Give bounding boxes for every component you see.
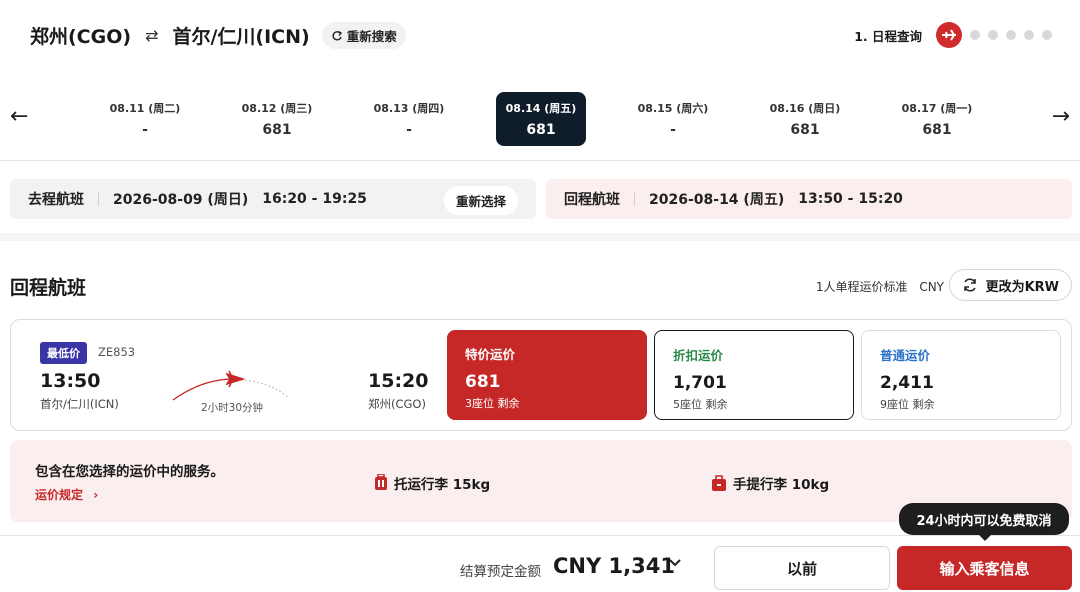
swap-icon: ⇄ xyxy=(145,26,159,45)
date-price: 681 xyxy=(526,122,556,138)
lowest-price-badge: 最低价 xyxy=(40,342,87,364)
divider xyxy=(0,160,1080,161)
currency-label: CNY xyxy=(919,280,944,294)
fare-option-regular[interactable]: 普通运价 2,411 9座位 剩余 xyxy=(861,330,1061,420)
section-title: 回程航班 xyxy=(10,277,87,299)
redo-icon xyxy=(332,30,342,41)
date-option[interactable]: 08.16 (周日) 681 xyxy=(760,92,850,146)
arrival-time: 15:20 xyxy=(368,370,429,392)
next-dates-arrow-icon[interactable]: → xyxy=(1052,104,1070,129)
refresh-icon xyxy=(963,278,976,292)
step-dot xyxy=(988,30,998,40)
flight-path-icon xyxy=(172,370,290,401)
fare-seats: 3座位 剩余 xyxy=(465,397,520,410)
fare-option-special[interactable]: 特价运价 681 3座位 剩余 xyxy=(447,330,647,420)
date-label: 08.13 (周四) xyxy=(373,102,445,115)
outbound-date: 2026-08-09 (周日) xyxy=(113,192,249,208)
origin-city: 郑州(CGO) xyxy=(30,26,132,48)
fare-price: 681 xyxy=(465,372,501,392)
date-option[interactable]: 08.15 (周六) - xyxy=(628,92,718,146)
destination-city: 首尔/仁川(ICN) xyxy=(172,26,310,48)
flight-duration: 2小时30分钟 xyxy=(201,402,264,414)
fare-rules-label: 运价规定 xyxy=(35,488,84,502)
step-indicator: 1. 日程查询 xyxy=(854,22,1052,48)
step-dot xyxy=(1024,30,1034,40)
flight-number: ZE853 xyxy=(98,345,136,359)
fare-option-discount[interactable]: 折扣运价 1,701 5座位 剩余 xyxy=(654,330,854,420)
outbound-label: 去程航班 xyxy=(28,192,84,208)
date-price: 681 xyxy=(922,122,952,138)
date-label: 08.14 (周五) xyxy=(505,102,577,115)
research-label: 重新搜索 xyxy=(346,29,397,44)
carry-on-baggage: 手提行李 10kg xyxy=(711,473,829,493)
date-price: - xyxy=(142,122,148,138)
carry-on-label: 手提行李 10kg xyxy=(733,477,830,493)
date-price: - xyxy=(406,122,412,138)
chevron-right-icon: › xyxy=(93,488,99,502)
outbound-summary: 去程航班 2026-08-09 (周日) 16:20 - 19:25 重新选择 xyxy=(10,179,536,219)
checked-baggage: 托运行李 15kg xyxy=(374,473,490,493)
fare-seats: 9座位 剩余 xyxy=(880,398,935,411)
date-option[interactable]: 08.11 (周二) - xyxy=(100,92,190,146)
separator xyxy=(634,192,635,206)
fare-name: 折扣运价 xyxy=(673,348,724,363)
total-amount: CNY 1,341 xyxy=(553,554,675,578)
outbound-time: 16:20 - 19:25 xyxy=(262,191,367,207)
return-date: 2026-08-14 (周五) xyxy=(649,192,785,208)
checkout-bar: 结算预定金额 CNY 1,341 以前 输入乘客信息 xyxy=(0,535,1080,592)
fare-seats: 5座位 剩余 xyxy=(673,398,728,411)
date-option[interactable]: 08.13 (周四) - xyxy=(364,92,454,146)
route-summary: 郑州(CGO) ⇄ 首尔/仁川(ICN) 重新搜索 xyxy=(30,22,406,49)
step-dot xyxy=(970,30,980,40)
date-label: 08.11 (周二) xyxy=(109,102,181,115)
return-time: 13:50 - 15:20 xyxy=(798,191,903,207)
header: 郑州(CGO) ⇄ 首尔/仁川(ICN) 重新搜索 1. 日程查询 xyxy=(0,0,1080,72)
fare-basis: 1人单程运价标准 CNY xyxy=(816,278,944,295)
previous-button[interactable]: 以前 xyxy=(714,546,890,590)
departure-time: 13:50 xyxy=(40,370,101,392)
step-label: 1. 日程查询 xyxy=(854,28,922,44)
arrival-city: 郑州(CGO) xyxy=(368,397,426,411)
airplane-icon xyxy=(936,22,962,48)
services-title: 包含在您选择的运价中的服务。 xyxy=(35,464,224,480)
departure-city: 首尔/仁川(ICN) xyxy=(40,397,119,411)
reselect-button[interactable]: 重新选择 xyxy=(443,186,518,215)
enter-passenger-info-button[interactable]: 输入乘客信息 xyxy=(897,546,1072,590)
fare-basis-label: 1人单程运价标准 xyxy=(815,280,908,294)
flight-card[interactable]: 最低价 ZE853 13:50 首尔/仁川(ICN) 2小时30分钟 15:20… xyxy=(10,319,1072,431)
change-currency-button[interactable]: 更改为KRW xyxy=(948,269,1072,301)
fare-name: 特价运价 xyxy=(465,347,516,362)
research-button[interactable]: 重新搜索 xyxy=(321,22,406,49)
fare-rules-link[interactable]: 运价规定 › xyxy=(35,486,98,503)
date-price: 681 xyxy=(262,122,292,138)
booking-page: 郑州(CGO) ⇄ 首尔/仁川(ICN) 重新搜索 1. 日程查询 ← 08.1… xyxy=(0,0,1080,592)
return-summary: 回程航班 2026-08-14 (周五) 13:50 - 15:20 xyxy=(546,179,1072,219)
chevron-down-icon[interactable] xyxy=(668,556,682,570)
date-label: 08.15 (周六) xyxy=(637,102,709,115)
date-selector: ← 08.11 (周二) - 08.12 (周三) 681 08.13 (周四)… xyxy=(0,90,1080,150)
luggage-icon xyxy=(375,474,387,490)
date-label: 08.12 (周三) xyxy=(241,102,313,115)
fare-price: 1,701 xyxy=(673,373,727,393)
date-option[interactable]: 08.17 (周一) 681 xyxy=(892,92,982,146)
step-dot xyxy=(1042,30,1052,40)
free-cancel-tooltip: 24小时内可以免费取消 xyxy=(899,503,1069,541)
separator xyxy=(98,192,99,206)
date-label: 08.16 (周日) xyxy=(769,102,841,115)
date-label: 08.17 (周一) xyxy=(901,102,973,115)
date-price: - xyxy=(670,122,676,138)
date-option-selected[interactable]: 08.14 (周五) 681 xyxy=(496,92,586,146)
date-option[interactable]: 08.12 (周三) 681 xyxy=(232,92,322,146)
return-label: 回程航班 xyxy=(564,192,620,208)
prev-dates-arrow-icon[interactable]: ← xyxy=(10,104,28,129)
change-currency-label: 更改为KRW xyxy=(985,279,1059,295)
checked-baggage-label: 托运行李 15kg xyxy=(394,477,491,493)
fare-price: 2,411 xyxy=(880,373,934,393)
carry-on-icon xyxy=(712,475,726,491)
step-dot xyxy=(1006,30,1016,40)
date-price: 681 xyxy=(790,122,820,138)
fare-name: 普通运价 xyxy=(880,348,931,363)
total-label: 结算预定金额 xyxy=(460,564,541,580)
section-divider xyxy=(0,233,1080,241)
